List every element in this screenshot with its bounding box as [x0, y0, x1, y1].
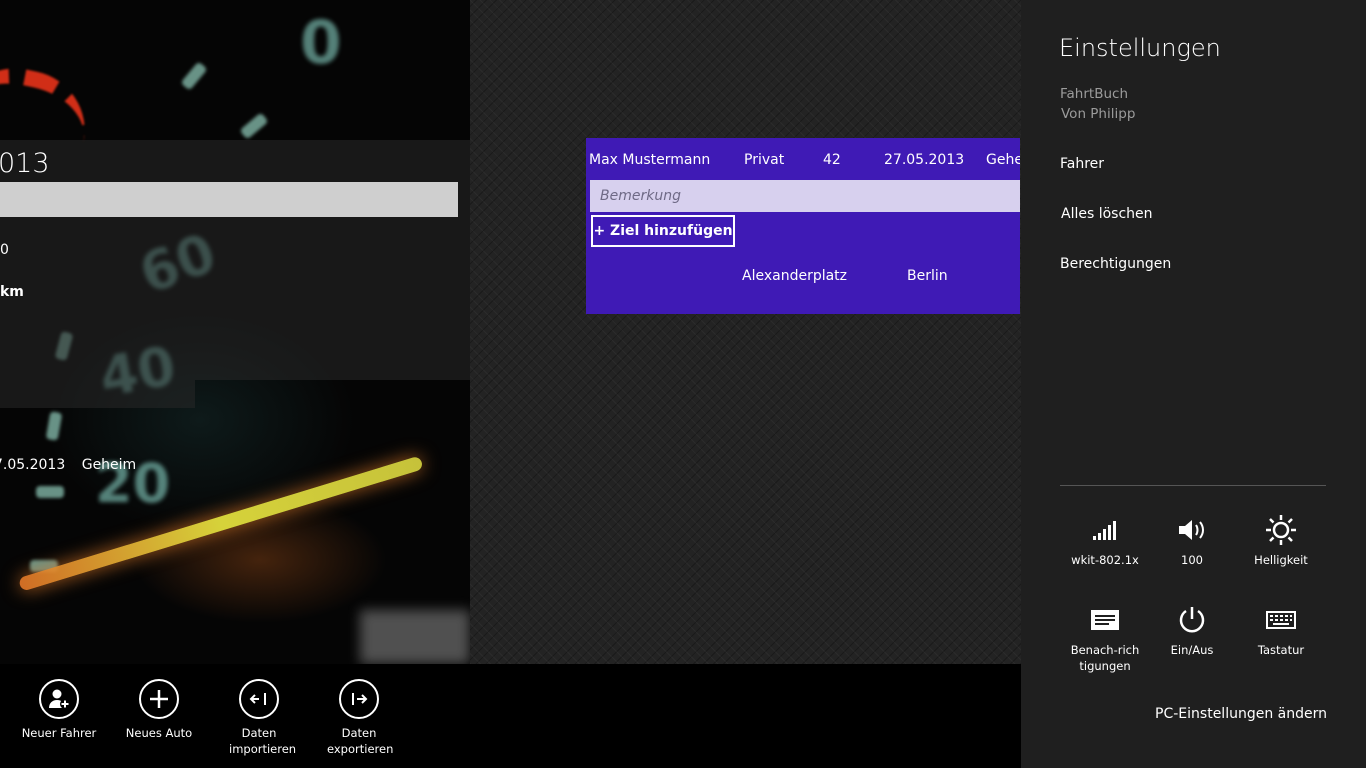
add-destination-button[interactable]: + Ziel hinzufügen — [591, 215, 735, 247]
charm-title: Einstellungen — [1059, 34, 1221, 62]
volume-icon — [1148, 514, 1236, 546]
speedo-tick — [45, 411, 63, 441]
new-car-button[interactable]: Neues Auto — [109, 679, 209, 741]
remark-input[interactable] — [590, 180, 1020, 212]
import-icon — [239, 679, 279, 719]
keyboard-icon — [1237, 604, 1325, 636]
brightness-icon — [1237, 514, 1325, 546]
left-trip-row[interactable]: 7.05.2013 Geheim — [0, 457, 148, 473]
content-background — [470, 0, 1021, 664]
export-data-label: Daten exportieren — [327, 726, 394, 756]
notifications-tile[interactable]: Benach-richtigungen — [1061, 604, 1149, 674]
trip-date: 27.05.2013 — [884, 152, 965, 168]
keyboard-tile[interactable]: Tastatur — [1237, 604, 1325, 658]
settings-link-permissions[interactable]: Berechtigungen — [1060, 256, 1171, 272]
left-text-field[interactable] — [0, 182, 458, 217]
export-icon — [339, 679, 379, 719]
new-driver-label: Neuer Fahrer — [21, 726, 97, 740]
settings-link-drivers[interactable]: Fahrer — [1060, 156, 1104, 172]
change-pc-settings-link[interactable]: PC-Einstellungen ändern — [1155, 706, 1327, 722]
trip-card[interactable]: Max Mustermann Privat 42 27.05.2013 Gehe… — [586, 138, 1020, 314]
brightness-label: Helligkeit — [1254, 553, 1308, 567]
network-tile[interactable]: wkit-802.1x — [1061, 514, 1149, 568]
app-publisher: Von Philipp — [1061, 106, 1136, 122]
keyboard-label: Tastatur — [1257, 643, 1305, 657]
left-distance: km — [0, 284, 24, 300]
left-trip-status: Geheim — [81, 457, 137, 473]
app-name: FahrtBuch — [1060, 86, 1128, 102]
notifications-icon — [1061, 604, 1149, 636]
notifications-label-text: Benach-richtigungen — [1070, 643, 1140, 673]
volume-tile[interactable]: 100 — [1148, 514, 1236, 568]
trip-driver: Max Mustermann — [589, 152, 711, 168]
trip-type: Privat — [744, 152, 785, 168]
export-data-button[interactable]: Daten exportieren — [309, 679, 409, 757]
speedo-tick — [239, 112, 269, 140]
import-data-button[interactable]: Daten importieren — [209, 679, 309, 757]
power-tile[interactable]: Ein/Aus — [1148, 604, 1236, 658]
speedometer-needle — [17, 455, 424, 592]
destination-city: Berlin — [907, 268, 948, 284]
left-trip-date: 7.05.2013 — [0, 457, 66, 473]
settings-charm: Einstellungen FahrtBuch Von Philipp Fahr… — [1021, 0, 1366, 768]
add-user-icon — [39, 679, 79, 719]
background-photo: 0 60 40 20 013 0 km 7.05.2013 Geheim — [0, 0, 470, 664]
new-car-label: Neues Auto — [125, 726, 193, 740]
speedo-tick — [36, 486, 64, 498]
speedo-digit: 0 — [300, 8, 342, 78]
import-data-label: Daten importieren — [229, 726, 297, 756]
left-form-overlay — [0, 140, 470, 380]
brightness-tile[interactable]: Helligkeit — [1237, 514, 1325, 568]
settings-link-delete-all[interactable]: Alles löschen — [1061, 206, 1153, 222]
power-label: Ein/Aus — [1170, 643, 1214, 657]
speedometer-red-arc — [0, 57, 96, 153]
volume-label: 100 — [1181, 553, 1203, 567]
left-form-overlay — [0, 380, 195, 408]
app-bar: Neuer Fahrer Neues Auto Daten importiere… — [0, 664, 1021, 768]
wifi-signal-icon — [1061, 514, 1149, 546]
photo-highlight — [360, 610, 470, 664]
destination-street: Alexanderplatz — [742, 268, 848, 284]
charm-divider — [1060, 485, 1326, 486]
trip-status: Gehe — [986, 152, 1020, 168]
notifications-label: Benach-richtigungen — [1061, 642, 1149, 674]
new-driver-button[interactable]: Neuer Fahrer — [9, 679, 109, 741]
plus-icon — [139, 679, 179, 719]
speedo-tick — [180, 61, 208, 91]
power-icon — [1148, 604, 1236, 636]
left-value: 0 — [0, 242, 9, 258]
trip-number: 42 — [823, 152, 841, 168]
left-date-heading: 013 — [0, 148, 50, 179]
network-label: wkit-802.1x — [1071, 553, 1139, 567]
